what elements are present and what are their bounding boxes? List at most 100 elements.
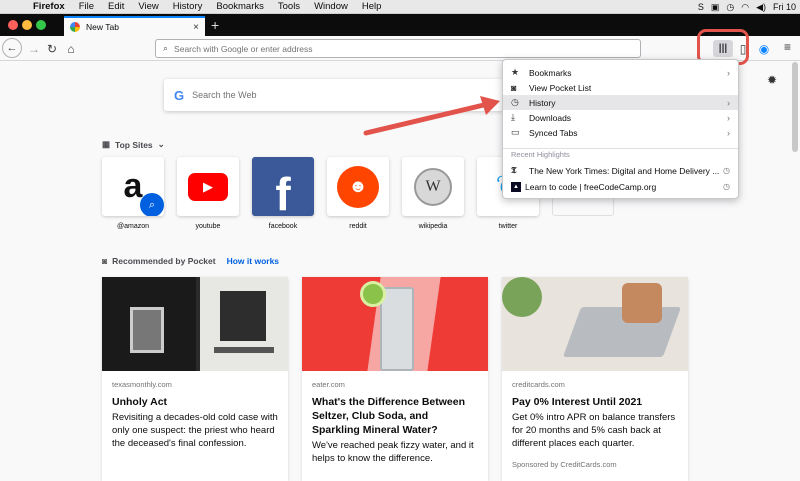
top-sites-label: Top Sites [115,139,153,150]
forward-button[interactable]: → [27,40,41,57]
wifi-icon[interactable]: ◠ [741,2,749,13]
card-description: Get 0% intro APR on balance transfers fo… [512,412,676,449]
search-icon: ⌕ [163,43,169,53]
top-site-amazon[interactable]: a ⌕ @amazon [102,157,164,230]
how-it-works-link[interactable]: How it works [227,256,279,266]
google-logo-icon: G [174,87,185,103]
top-site-reddit[interactable]: ☻ reddit [327,157,389,230]
card-title: Pay 0% Interest Until 2021 [512,396,643,408]
firefox-favicon-icon [70,22,80,32]
star-icon: ★ [511,67,520,77]
nyt-favicon-icon: 𝕿 [511,165,517,175]
youtube-logo-icon: ▶ [188,172,228,201]
panel-item-label: View Pocket List [529,82,592,93]
gear-icon[interactable]: ✹ [767,73,777,87]
close-window-button[interactable] [8,20,18,30]
panel-item-label: History [529,97,556,108]
clock-icon: ◷ [723,166,730,175]
hamburger-menu-icon[interactable]: ≡ [784,40,791,54]
menu-file[interactable]: File [72,1,101,12]
recent-item-freecodecamp[interactable]: ▲ Learn to code | freeCodeCamp.org ◷ [503,179,738,194]
recent-item-label: The New York Times: Digital and Home Del… [529,165,720,176]
pocket-card[interactable]: eater.com What's the Difference Between … [302,277,488,481]
menu-history[interactable]: History [166,1,210,12]
pocket-heading: ◙ Recommended by Pocket How it works [102,256,279,266]
pocket-icon: ◙ [102,256,108,266]
menu-bookmarks[interactable]: Bookmarks [209,1,271,12]
top-site-label: wikipedia [418,223,448,230]
pocket-card[interactable]: texasmonthly.com Unholy Act Revisiting a… [102,277,288,481]
home-button[interactable]: ⌂ [63,40,79,57]
menu-view[interactable]: View [131,1,165,12]
pocket-card[interactable]: creditcards.com Pay 0% Interest Until 20… [502,277,688,481]
search-shortcut-icon: ⌕ [140,193,164,216]
close-tab-icon[interactable]: × [193,22,199,33]
top-site-facebook[interactable]: f facebook [252,157,314,230]
panel-item-label: Bookmarks [529,67,572,78]
download-icon: ⤓ [511,112,515,122]
top-site-wikipedia[interactable]: W wikipedia [402,157,464,230]
card-source: creditcards.com [512,380,565,389]
pocket-heading-label: Recommended by Pocket [112,256,216,266]
recent-highlights-heading: Recent Highlights [511,150,570,159]
dropbox-icon[interactable]: ▣ [711,2,720,13]
reload-button[interactable]: ↻ [45,40,59,57]
menu-help[interactable]: Help [355,1,389,12]
card-description: Revisiting a decades-old cold case with … [112,412,278,449]
navigation-toolbar: ← → ↻ ⌂ ⌕ Search with Google or enter ad… [0,36,800,61]
top-site-label: reddit [349,223,367,230]
menu-extras: S ▣ ◷ ◠ ◀) Fri 10 [698,0,796,14]
chevron-right-icon: › [727,97,730,108]
menu-tools[interactable]: Tools [271,1,307,12]
recent-item-nytimes[interactable]: 𝕿 The New York Times: Digital and Home D… [503,163,738,178]
tab-title: New Tab [86,22,119,32]
volume-icon[interactable]: ◀) [756,2,766,13]
card-image [502,277,688,371]
menu-window[interactable]: Window [307,1,355,12]
minimize-window-button[interactable] [22,20,32,30]
panel-item-pocket-list[interactable]: ◙ View Pocket List [503,80,738,95]
panel-item-bookmarks[interactable]: ★ Bookmarks › [503,65,738,80]
back-button[interactable]: ← [2,38,22,58]
top-site-label: facebook [268,223,298,230]
menu-app-firefox[interactable]: Firefox [26,1,72,12]
grid-icon: ▦ [102,139,111,149]
facebook-logo-icon: f [275,167,291,217]
chevron-down-icon: ⌄ [157,139,165,149]
chevron-right-icon: › [727,112,730,123]
search-placeholder: Search the Web [192,90,257,100]
recent-item-label: Learn to code | freeCodeCamp.org [525,181,657,192]
annotation-arrow [363,96,500,136]
scrollbar[interactable] [792,62,798,152]
library-panel: ★ Bookmarks › ◙ View Pocket List ◷ Histo… [502,59,739,199]
tab-strip: New Tab × + [0,14,800,36]
panel-item-downloads[interactable]: ⤓ Downloads › [503,110,738,125]
panel-item-history[interactable]: ◷ History › [503,95,738,110]
panel-item-label: Downloads [529,112,572,123]
time-machine-icon[interactable]: ◷ [726,2,734,13]
url-bar[interactable]: ⌕ Search with Google or enter address [155,39,641,58]
card-sponsor: Sponsored by CreditCards.com [512,460,617,469]
pocket-icon: ◙ [511,82,517,93]
card-source: eater.com [312,380,345,389]
url-bar-placeholder: Search with Google or enter address [174,43,313,54]
menu-edit[interactable]: Edit [101,1,131,12]
account-avatar[interactable]: ◉ [757,40,771,57]
top-site-youtube[interactable]: ▶ youtube [177,157,239,230]
panel-item-synced-tabs[interactable]: ▭ Synced Tabs › [503,125,738,140]
card-image [102,277,288,371]
clock-text[interactable]: Fri 10 [773,2,796,12]
card-source: texasmonthly.com [112,380,172,389]
new-tab-button[interactable]: + [211,16,219,34]
card-title: What's the Difference Between Seltzer, C… [312,396,466,436]
zoom-window-button[interactable] [36,20,46,30]
card-description: We've reached peak fizzy water, and it h… [312,440,474,464]
skype-icon[interactable]: S [698,2,704,12]
clock-icon: ◷ [723,182,730,191]
top-site-label: youtube [195,223,221,230]
tab-new-tab[interactable]: New Tab × [64,16,205,36]
chevron-right-icon: › [727,127,730,138]
freecodecamp-favicon-icon: ▲ [511,181,521,192]
top-sites-heading[interactable]: ▦ Top Sites ⌄ [102,139,165,150]
amazon-logo-icon: a [123,167,143,205]
